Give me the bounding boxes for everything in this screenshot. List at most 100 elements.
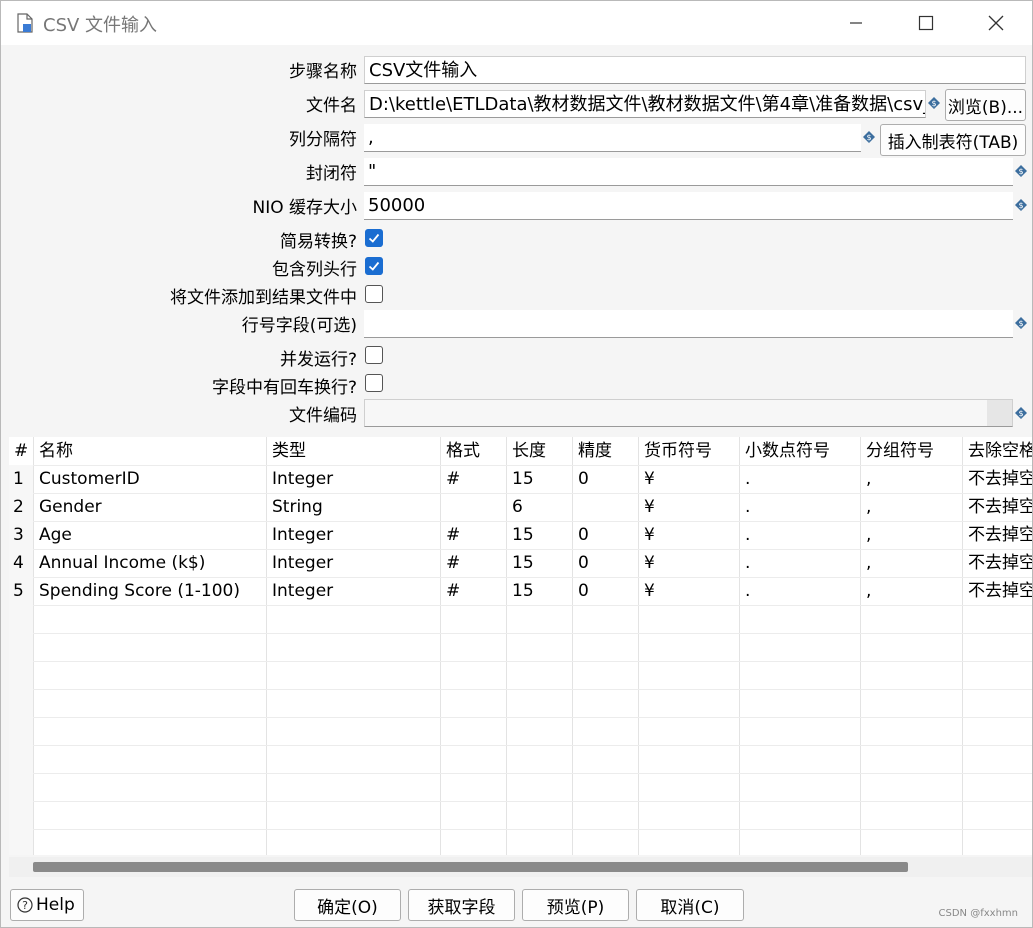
svg-text:$: $: [1018, 201, 1023, 210]
step-name-input[interactable]: CSV文件输入: [364, 56, 1026, 84]
row-number[interactable]: 1: [9, 465, 33, 493]
table-cell[interactable]: Annual Income (k$): [34, 549, 266, 577]
close-button[interactable]: [973, 7, 1019, 39]
table-cell[interactable]: 不去掉空格: [963, 465, 1032, 493]
ok-button[interactable]: 确定(O): [294, 889, 401, 921]
variable-icon[interactable]: $: [1015, 165, 1027, 177]
row-divider: [9, 745, 1032, 746]
title-bar[interactable]: CSV 文件输入: [1, 1, 1032, 45]
table-cell[interactable]: .: [740, 465, 860, 493]
table-cell[interactable]: 不去掉空格: [963, 521, 1032, 549]
table-cell[interactable]: Integer: [267, 577, 440, 605]
table-cell[interactable]: Integer: [267, 521, 440, 549]
table-cell[interactable]: [441, 493, 506, 521]
table-cell[interactable]: ¥: [639, 465, 739, 493]
help-button[interactable]: ? Help: [10, 889, 84, 921]
cancel-button[interactable]: 取消(C): [636, 889, 744, 921]
table-cell[interactable]: #: [441, 521, 506, 549]
column-header-decimal[interactable]: 小数点符号: [740, 437, 860, 465]
table-cell[interactable]: [573, 493, 638, 521]
row-number[interactable]: 4: [9, 549, 33, 577]
table-cell[interactable]: #: [441, 549, 506, 577]
enclosure-input[interactable]: ": [364, 158, 1013, 186]
row-number[interactable]: 2: [9, 493, 33, 521]
table-cell[interactable]: ¥: [639, 521, 739, 549]
column-header-length[interactable]: 长度: [507, 437, 572, 465]
column-header-group[interactable]: 分组符号: [861, 437, 962, 465]
column-header-currency[interactable]: 货币符号: [639, 437, 739, 465]
table-cell[interactable]: String: [267, 493, 440, 521]
table-cell[interactable]: 6: [507, 493, 572, 521]
table-cell[interactable]: 0: [573, 577, 638, 605]
table-cell[interactable]: .: [740, 577, 860, 605]
table-cell[interactable]: 15: [507, 577, 572, 605]
encoding-combo[interactable]: [364, 399, 1013, 427]
variable-icon[interactable]: $: [1015, 407, 1027, 419]
help-icon: ?: [17, 897, 33, 913]
table-cell[interactable]: ,: [861, 549, 962, 577]
nio-buffer-input[interactable]: 50000: [364, 192, 1013, 220]
header-row-checkbox[interactable]: [365, 257, 383, 275]
newline-in-fields-checkbox[interactable]: [365, 374, 383, 392]
row-divider: [9, 773, 1032, 774]
parallel-checkbox[interactable]: [365, 346, 383, 364]
table-cell[interactable]: Age: [34, 521, 266, 549]
horizontal-scrollbar[interactable]: [9, 857, 1032, 877]
table-cell[interactable]: #: [441, 577, 506, 605]
column-header-type[interactable]: 类型: [267, 437, 440, 465]
table-cell[interactable]: Integer: [267, 465, 440, 493]
table-cell[interactable]: ¥: [639, 493, 739, 521]
table-cell[interactable]: 15: [507, 521, 572, 549]
variable-icon[interactable]: $: [863, 131, 875, 143]
add-to-result-checkbox[interactable]: [365, 285, 383, 303]
maximize-button[interactable]: [903, 7, 949, 39]
table-cell[interactable]: ,: [861, 465, 962, 493]
table-cell[interactable]: 不去掉空格: [963, 577, 1032, 605]
table-cell[interactable]: ,: [861, 521, 962, 549]
delimiter-input[interactable]: ,: [364, 124, 861, 152]
lazy-conversion-checkbox[interactable]: [365, 229, 383, 247]
table-cell[interactable]: ,: [861, 577, 962, 605]
table-cell[interactable]: Spending Score (1-100): [34, 577, 266, 605]
table-cell[interactable]: ,: [861, 493, 962, 521]
svg-text:$: $: [931, 99, 936, 108]
parallel-label: 并发运行?: [279, 350, 357, 370]
filename-input[interactable]: D:\kettle\ETLData\教材数据文件\教材数据文件\第4章\准备数据…: [364, 90, 926, 118]
insert-tab-button[interactable]: 插入制表符(TAB): [880, 124, 1026, 156]
table-cell[interactable]: 不去掉空格: [963, 549, 1032, 577]
table-cell[interactable]: 0: [573, 549, 638, 577]
column-header-index[interactable]: #: [9, 437, 33, 465]
table-cell[interactable]: Integer: [267, 549, 440, 577]
table-cell[interactable]: .: [740, 493, 860, 521]
column-header-name[interactable]: 名称: [34, 437, 266, 465]
row-number[interactable]: 3: [9, 521, 33, 549]
table-cell[interactable]: 0: [573, 521, 638, 549]
table-cell[interactable]: 0: [573, 465, 638, 493]
table-cell[interactable]: .: [740, 549, 860, 577]
table-cell[interactable]: .: [740, 521, 860, 549]
variable-icon[interactable]: $: [1015, 317, 1027, 329]
rownum-field-input[interactable]: [364, 310, 1013, 338]
encoding-dropdown-button[interactable]: [987, 400, 1012, 426]
table-cell[interactable]: Gender: [34, 493, 266, 521]
get-fields-button[interactable]: 获取字段: [408, 889, 515, 921]
preview-button[interactable]: 预览(P): [522, 889, 629, 921]
column-header-trim[interactable]: 去除空格: [963, 437, 1032, 465]
variable-icon[interactable]: $: [1015, 199, 1027, 211]
fields-table[interactable]: # 名称 类型 格式 长度 精度 货币符号 小数点符号 分组符号 去除空格 1 …: [9, 437, 1032, 855]
table-cell[interactable]: CustomerID: [34, 465, 266, 493]
table-cell[interactable]: 15: [507, 465, 572, 493]
browse-button[interactable]: 浏览(B)...: [945, 89, 1026, 121]
variable-icon[interactable]: $: [928, 97, 940, 109]
column-header-format[interactable]: 格式: [441, 437, 506, 465]
table-cell[interactable]: 不去掉空格: [963, 493, 1032, 521]
table-cell[interactable]: 15: [507, 549, 572, 577]
nio-buffer-label: NIO 缓存大小: [252, 198, 357, 218]
row-number[interactable]: 5: [9, 577, 33, 605]
minimize-button[interactable]: [833, 7, 879, 39]
table-cell[interactable]: #: [441, 465, 506, 493]
scrollbar-thumb[interactable]: [33, 862, 908, 872]
column-header-precision[interactable]: 精度: [573, 437, 638, 465]
table-cell[interactable]: ¥: [639, 549, 739, 577]
table-cell[interactable]: ¥: [639, 577, 739, 605]
